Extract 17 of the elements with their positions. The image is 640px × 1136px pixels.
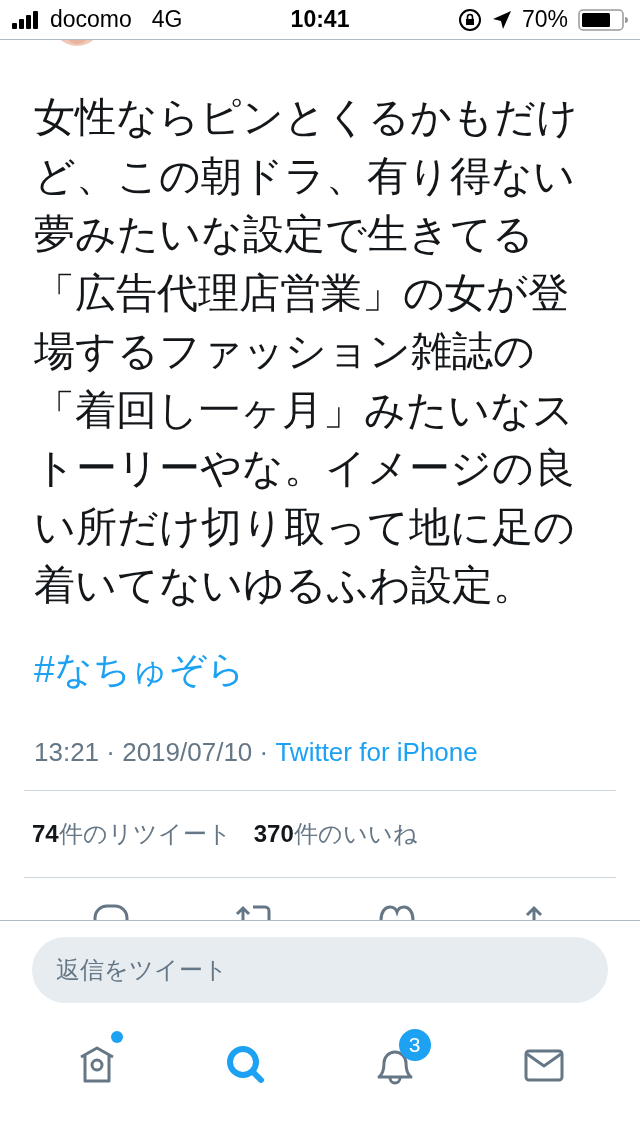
source-link[interactable]: Twitter for iPhone xyxy=(275,736,478,768)
location-arrow-icon xyxy=(491,9,512,30)
hashtag-link[interactable]: #なちゅぞら xyxy=(34,644,245,695)
reply-icon[interactable] xyxy=(91,903,131,920)
network-type: 4G xyxy=(151,6,183,33)
tab-button[interactable]: 3 xyxy=(352,1026,437,1103)
stat-count[interactable]: 74件のリツイート xyxy=(32,817,232,850)
stat-count[interactable]: 370件のいいね xyxy=(253,817,418,850)
tweet-text: 女性ならピンとくるかもだけど、この朝ドラ、有り得ない夢みたいな設定で生きてる「広告代理店営業」の女が登場するファッション雑誌の「着回し一ヶ月」みたいなストーリーやな。イメージの良い所だけ切り取って地に足の着いてないゆるふわ設定。 xyxy=(34,93,579,610)
battery-icon xyxy=(578,8,628,31)
carrier-name: docomo xyxy=(50,6,132,33)
tweet-timestamp: 13:21 · 2019/07/10 · xyxy=(34,736,270,768)
clock-time: 10:41 xyxy=(290,6,350,33)
notification-count: 3 xyxy=(398,1028,431,1061)
battery-percent: 70% xyxy=(521,6,568,33)
rotation-lock-icon xyxy=(457,7,482,32)
reply-field[interactable]: 返信をツイート xyxy=(32,936,608,1003)
